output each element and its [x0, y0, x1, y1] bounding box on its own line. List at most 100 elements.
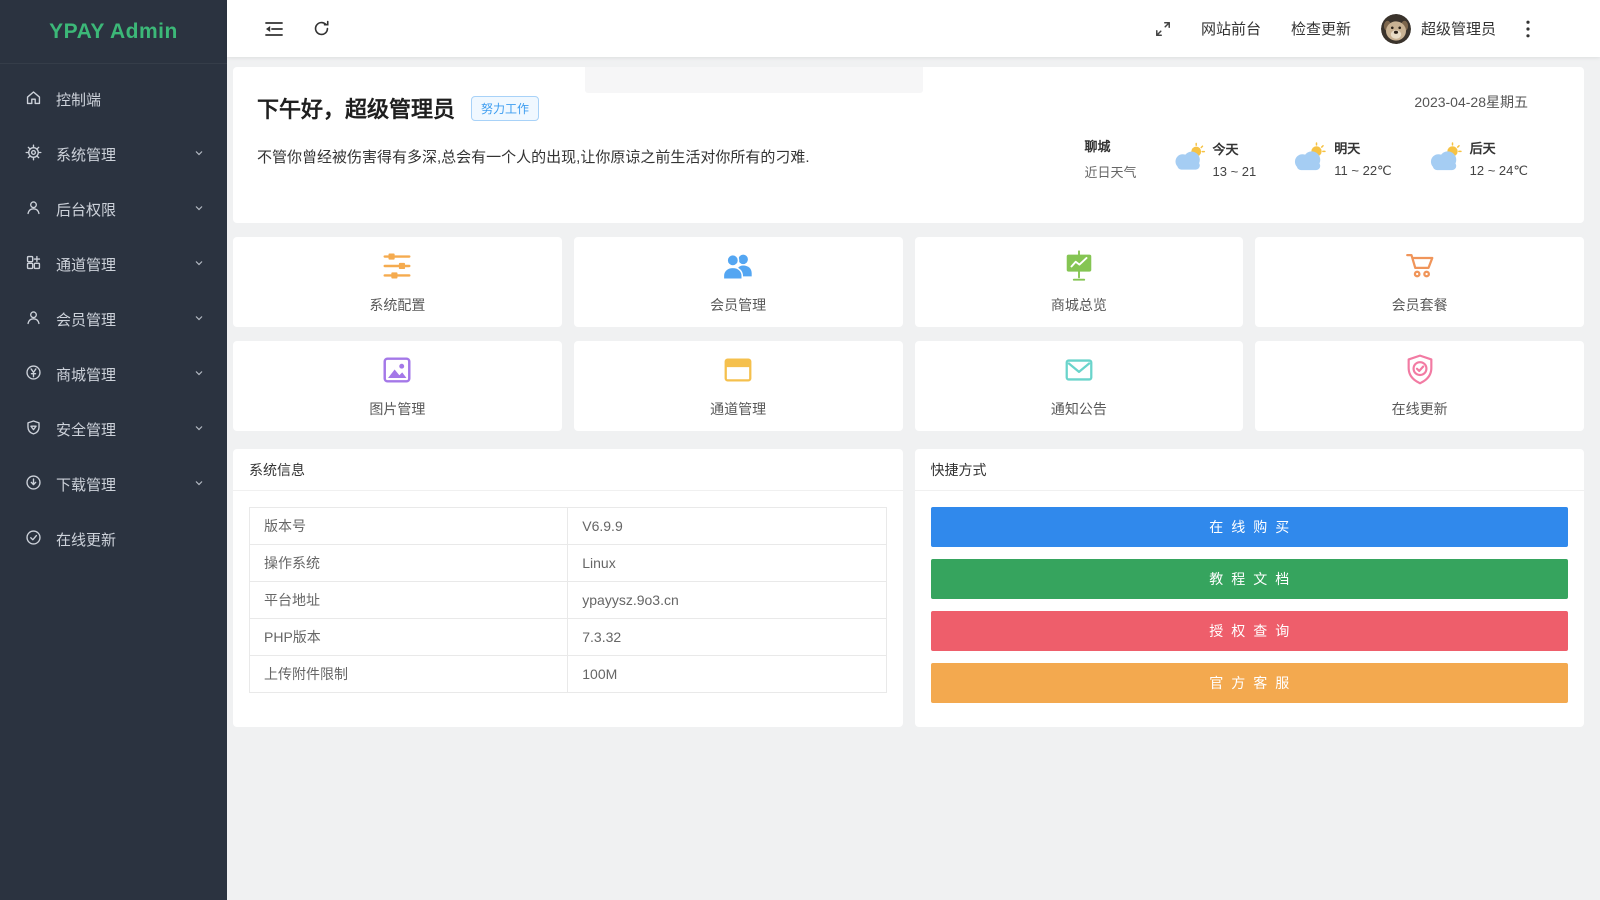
team-icon: [720, 249, 756, 288]
weather-day-name: 今天: [1213, 139, 1257, 158]
chevron-down-icon: [193, 421, 205, 438]
topbar: 网站前台 检查更新 超级管理员: [227, 0, 1600, 57]
weather-day-name: 明天: [1334, 138, 1391, 157]
card-label: 在线更新: [1392, 399, 1448, 419]
card-image-manage[interactable]: 图片管理: [233, 341, 562, 431]
info-label: 上传附件限制: [250, 656, 568, 693]
card-label: 会员管理: [710, 295, 766, 315]
shortcut-grid: 系统配置 会员管理 商城总览 会员套餐: [233, 237, 1584, 431]
qa-license-button[interactable]: 授权查询: [931, 611, 1569, 651]
info-label: 版本号: [250, 508, 568, 545]
frontend-link[interactable]: 网站前台: [1201, 18, 1261, 39]
weather-label: 近日天气: [1085, 162, 1137, 181]
info-value: V6.9.9: [568, 508, 886, 545]
fullscreen-icon[interactable]: [1155, 21, 1171, 37]
card-member-manage[interactable]: 会员管理: [574, 237, 903, 327]
user-menu[interactable]: 超级管理员: [1381, 14, 1496, 44]
yen-circle-icon: [25, 364, 42, 385]
table-row: PHP版本 7.3.32: [250, 619, 887, 656]
sidebar-item-admin-perms[interactable]: 后台权限: [0, 182, 227, 237]
username: 超级管理员: [1421, 18, 1496, 39]
check-update-link[interactable]: 检查更新: [1291, 18, 1351, 39]
daily-quote: 不管你曾经被伤害得有多深,总会有一个人的出现,让你原谅之前生活对你所有的刁难.: [257, 146, 810, 167]
card-label: 商城总览: [1051, 295, 1107, 315]
card-mall-overview[interactable]: 商城总览: [915, 237, 1244, 327]
chevron-down-icon: [193, 311, 205, 328]
sidebar-item-download[interactable]: 下载管理: [0, 457, 227, 512]
components-icon: [25, 254, 42, 275]
greeting-right: 2023-04-28星期五 聊城 近日天气 今天 13 ~ 21: [1085, 92, 1528, 181]
info-value: 7.3.32: [568, 619, 886, 656]
chart-board-icon: [1061, 249, 1097, 288]
page-content: 下午好，超级管理员 努力工作 不管你曾经被伤害得有多深,总会有一个人的出现,让你…: [227, 57, 1600, 900]
sidebar-item-security[interactable]: 安全管理: [0, 402, 227, 457]
sidebar-item-dashboard[interactable]: 控制端: [0, 72, 227, 127]
sliders-icon: [379, 249, 415, 288]
card-member-package[interactable]: 会员套餐: [1255, 237, 1584, 327]
card-channel-manage[interactable]: 通道管理: [574, 341, 903, 431]
refresh-icon[interactable]: [313, 20, 330, 37]
table-row: 平台地址 ypayysz.9o3.cn: [250, 582, 887, 619]
user-icon: [25, 199, 42, 220]
cloud-sun-icon: [1171, 142, 1207, 175]
greeting-title: 下午好，超级管理员: [257, 92, 455, 124]
sidebar-item-label: 商城管理: [56, 364, 116, 385]
greeting-left: 下午好，超级管理员 努力工作 不管你曾经被伤害得有多深,总会有一个人的出现,让你…: [257, 92, 810, 181]
chevron-down-icon: [193, 476, 205, 493]
card-label: 通知公告: [1051, 399, 1107, 419]
table-row: 操作系统 Linux: [250, 545, 887, 582]
weather-day: 后天 12 ~ 24℃: [1426, 138, 1528, 179]
chevron-down-icon: [193, 146, 205, 163]
weather-day-temp: 11 ~ 22℃: [1334, 163, 1391, 179]
weather-day-name: 后天: [1470, 138, 1528, 157]
chevron-down-icon: [193, 201, 205, 218]
picture-icon: [379, 353, 415, 392]
sidebar-item-label: 控制端: [56, 89, 101, 110]
card-label: 通道管理: [710, 399, 766, 419]
weather-day-temp: 13 ~ 21: [1213, 164, 1257, 179]
sidebar-nav: 控制端 系统管理 后台权限 通道管理: [0, 64, 227, 567]
status-badge: 努力工作: [471, 96, 539, 121]
sidebar-item-label: 后台权限: [56, 199, 116, 220]
card-label: 图片管理: [369, 399, 425, 419]
info-value: ypayysz.9o3.cn: [568, 582, 886, 619]
main-area: 网站前台 检查更新 超级管理员 下午好，超级管理员 努力工作 不管你曾经被伤害得…: [227, 0, 1600, 900]
table-row: 上传附件限制 100M: [250, 656, 887, 693]
sidebar-item-label: 系统管理: [56, 144, 116, 165]
cloud-sun-icon: [1426, 142, 1464, 175]
card-notice[interactable]: 通知公告: [915, 341, 1244, 431]
quick-actions-panel: 快捷方式 在线购买 教程文档 授权查询 官方客服: [915, 449, 1585, 727]
chevron-down-icon: [193, 366, 205, 383]
download-circle-icon: [25, 474, 42, 495]
mail-icon: [1061, 353, 1097, 392]
current-date: 2023-04-28星期五: [1085, 92, 1528, 112]
sidebar-item-system[interactable]: 系统管理: [0, 127, 227, 182]
app-logo: YPAY Admin: [0, 0, 227, 64]
sidebar-item-online-update[interactable]: 在线更新: [0, 512, 227, 567]
sidebar-item-mall[interactable]: 商城管理: [0, 347, 227, 402]
kebab-menu-icon[interactable]: [1526, 20, 1530, 38]
qa-buy-button[interactable]: 在线购买: [931, 507, 1569, 547]
sidebar-item-label: 下载管理: [56, 474, 116, 495]
notice-strip: [585, 67, 923, 93]
qa-support-button[interactable]: 官方客服: [931, 663, 1569, 703]
shield-icon: [25, 419, 42, 440]
weather-city: 聊城: [1085, 136, 1137, 155]
sidebar-item-channel[interactable]: 通道管理: [0, 237, 227, 292]
avatar: [1381, 14, 1411, 44]
collapse-sidebar-icon[interactable]: [265, 21, 283, 37]
card-label: 系统配置: [369, 295, 425, 315]
weather-widget: 聊城 近日天气 今天 13 ~ 21: [1085, 136, 1528, 181]
gear-icon: [25, 144, 42, 165]
bottom-panels: 系统信息 版本号 V6.9.9 操作系统 Linux: [233, 449, 1584, 727]
sidebar-item-label: 会员管理: [56, 309, 116, 330]
card-online-update[interactable]: 在线更新: [1255, 341, 1584, 431]
qa-docs-button[interactable]: 教程文档: [931, 559, 1569, 599]
sidebar-item-member[interactable]: 会员管理: [0, 292, 227, 347]
system-info-table: 版本号 V6.9.9 操作系统 Linux 平台地址 ypayysz.9o3.c…: [249, 507, 887, 693]
weather-day-temp: 12 ~ 24℃: [1470, 163, 1528, 179]
card-system-config[interactable]: 系统配置: [233, 237, 562, 327]
panel-title: 系统信息: [233, 449, 903, 491]
home-icon: [25, 89, 42, 110]
info-label: 操作系统: [250, 545, 568, 582]
